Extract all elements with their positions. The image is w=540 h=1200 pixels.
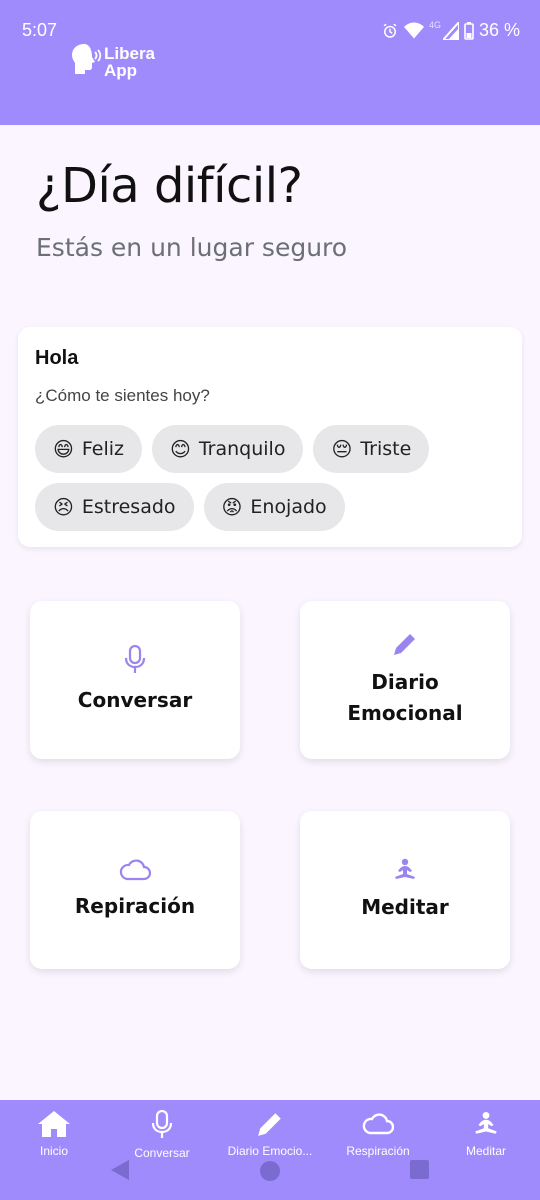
- angry-emoji-icon: 😡: [221, 495, 243, 519]
- mood-chip-label: Tranquilo: [198, 438, 286, 460]
- mood-chip-label: Estresado: [81, 496, 176, 518]
- logo-text: Libera App: [104, 43, 156, 80]
- mood-chip-label: Triste: [360, 438, 412, 460]
- microphone-icon: [123, 644, 147, 675]
- recents-icon[interactable]: [410, 1160, 429, 1184]
- mood-chip-tranquilo[interactable]: 😊 Tranquilo: [151, 425, 304, 473]
- pencil-icon: [256, 1110, 284, 1138]
- stressed-emoji-icon: 😣: [53, 495, 74, 519]
- tile-label: Repiración: [74, 893, 196, 918]
- nav-label: Meditar: [465, 1144, 506, 1158]
- tile-meditar[interactable]: Meditar: [300, 811, 510, 969]
- mood-question: ¿Cómo te sientes hoy?: [35, 386, 210, 405]
- page-title: ¿Día difícil?: [36, 158, 303, 214]
- tile-conversar[interactable]: Conversar: [30, 601, 240, 759]
- tile-repiracion[interactable]: Repiración: [30, 811, 240, 969]
- mood-chips: 😄 Feliz 😊 Tranquilo 😔 Triste 😣 Estresado…: [35, 425, 505, 531]
- cloud-icon: [119, 858, 151, 881]
- head-speaking-icon: [70, 42, 102, 81]
- battery-icon: [464, 21, 474, 40]
- mood-chip-feliz[interactable]: 😄 Feliz: [35, 425, 142, 473]
- nav-label: Inicio: [39, 1144, 68, 1158]
- nav-label: Respiración: [346, 1144, 410, 1158]
- happy-emoji-icon: 😄: [53, 437, 74, 461]
- app-header: 5:07 4G 36 % Libera App: [0, 0, 540, 125]
- nav-label: Conversar: [134, 1146, 190, 1160]
- cloud-icon: [362, 1110, 394, 1138]
- microphone-icon: [150, 1110, 174, 1140]
- app-logo: Libera App: [70, 42, 164, 81]
- smile-emoji-icon: 😊: [169, 437, 191, 461]
- nav-item-respiracion[interactable]: Respiración: [324, 1110, 432, 1158]
- nav-item-meditar[interactable]: Meditar: [432, 1110, 540, 1158]
- pencil-icon: [392, 631, 418, 657]
- nav-item-diario[interactable]: Diario Emocio...: [216, 1110, 324, 1158]
- tile-label: Meditar: [361, 894, 449, 919]
- page-subtitle: Estás en un lugar seguro: [36, 233, 348, 262]
- tile-label: Conversar: [77, 687, 193, 712]
- mood-card-title: Hola: [35, 347, 79, 369]
- nav-item-conversar[interactable]: Conversar: [108, 1110, 216, 1160]
- battery-percent: 36 %: [478, 20, 520, 40]
- status-icons: 4G 36 %: [381, 20, 520, 41]
- wifi-icon: [403, 21, 424, 40]
- mood-chip-triste[interactable]: 😔 Triste: [313, 425, 430, 473]
- mood-chip-enojado[interactable]: 😡 Enojado: [203, 483, 345, 531]
- status-time: 5:07: [22, 20, 58, 40]
- signal-icon: [442, 21, 459, 40]
- home-circle-icon[interactable]: [259, 1160, 281, 1187]
- mood-chip-label: Enojado: [250, 496, 327, 518]
- mood-chip-estresado[interactable]: 😣 Estresado: [35, 483, 194, 531]
- mood-card: Hola ¿Cómo te sientes hoy? 😄 Feliz 😊 Tra…: [18, 327, 522, 547]
- home-icon: [37, 1110, 71, 1138]
- meditation-icon: [392, 858, 418, 882]
- nav-item-inicio[interactable]: Inicio: [0, 1110, 108, 1158]
- meditation-icon: [472, 1110, 500, 1138]
- tile-diario-emocional[interactable]: Diario Emocional: [300, 601, 510, 759]
- mood-chip-label: Feliz: [81, 438, 124, 460]
- sad-emoji-icon: 😔: [331, 437, 353, 461]
- network-type: 4G: [428, 20, 441, 30]
- alarm-icon: [381, 22, 399, 40]
- tile-label: Diario Emocional: [347, 670, 463, 725]
- back-icon[interactable]: [110, 1160, 130, 1185]
- nav-label: Diario Emocio...: [227, 1144, 313, 1158]
